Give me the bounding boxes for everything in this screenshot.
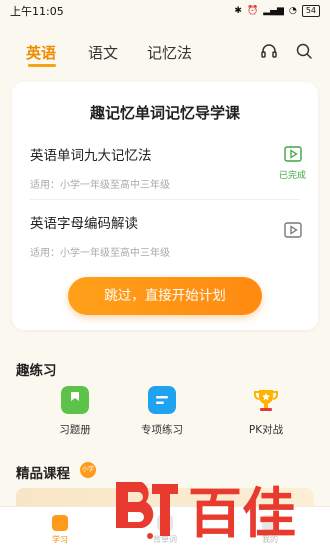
signal-icon: ▂▄▆ — [263, 6, 284, 16]
skip-start-plan-button[interactable]: 跳过，直接开始计划 — [68, 277, 262, 315]
trophy-icon — [254, 390, 278, 411]
workbook-icon — [61, 386, 89, 414]
alarm-icon: ⏰ — [246, 6, 259, 16]
tab-memory-method[interactable]: 记忆法 — [147, 42, 192, 63]
watermark-text: 百佳 — [188, 482, 296, 544]
bluetooth-icon: ✱ — [234, 6, 242, 16]
practice-section-title: 趣练习 — [16, 363, 57, 379]
lesson-item[interactable]: 英语字母编码解读 适用：小学一年级至高中三年级 — [30, 212, 302, 259]
practice-label: PK对战 — [248, 424, 284, 436]
practice-label: 专项练习 — [141, 424, 183, 436]
play-video-icon[interactable] — [284, 222, 302, 238]
battery-icon: 54 — [301, 5, 320, 17]
status-indicators: ✱ ⏰ ▂▄▆ ◔ 54 — [234, 5, 320, 17]
courses-section-title: 精品课程 — [16, 466, 70, 482]
practice-label: 习题册 — [59, 424, 91, 436]
watermark-logo: 百佳 — [116, 482, 296, 544]
tab-chinese[interactable]: 语文 — [88, 42, 118, 63]
nav-label: 学习 — [52, 535, 68, 544]
practice-item-pk[interactable]: PK对战 — [226, 386, 306, 437]
divider — [30, 199, 300, 200]
headset-icon[interactable] — [260, 42, 278, 60]
lesson-title: 英语单词九大记忆法 — [30, 148, 152, 164]
lesson-item[interactable]: 英语单词九大记忆法 适用：小学一年级至高中三年级 已完成 — [30, 144, 306, 191]
lesson-subtitle: 适用：小学一年级至高中三年级 — [30, 180, 170, 191]
nav-item-study[interactable]: 学习 — [35, 515, 85, 545]
primary-school-badge: 小学 — [80, 462, 96, 478]
practice-item-workbook[interactable]: 习题册 — [35, 386, 115, 437]
guide-course-card: 趣记忆单词记忆导学课 英语单词九大记忆法 适用：小学一年级至高中三年级 已完成 … — [12, 82, 318, 330]
search-icon[interactable] — [295, 42, 313, 60]
subject-tabs: 英语 语文 记忆法 — [0, 36, 330, 76]
study-icon — [52, 515, 68, 531]
status-bar: 上午11:05 ✱ ⏰ ▂▄▆ ◔ 54 — [0, 0, 330, 22]
status-time: 上午11:05 — [10, 5, 64, 18]
special-practice-icon — [148, 386, 176, 414]
tab-english[interactable]: 英语 — [26, 42, 56, 63]
active-tab-indicator — [28, 64, 56, 67]
lesson-subtitle: 适用：小学一年级至高中三年级 — [30, 248, 170, 259]
lesson-title: 英语字母编码解读 — [30, 216, 138, 232]
completed-label: 已完成 — [278, 171, 306, 181]
play-video-icon[interactable] — [284, 146, 302, 162]
practice-item-special[interactable]: 专项练习 — [122, 386, 202, 437]
card-title: 趣记忆单词记忆导学课 — [89, 104, 240, 122]
wifi-icon: ◔ — [288, 6, 297, 16]
